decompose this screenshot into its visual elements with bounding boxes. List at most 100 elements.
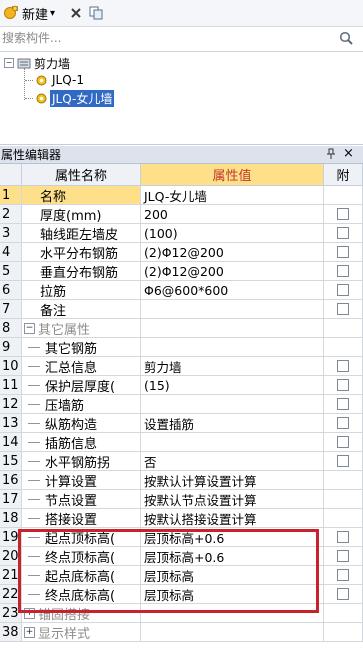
search-icon[interactable]: [339, 31, 354, 46]
property-name[interactable]: 水平钢筋拐: [22, 452, 141, 471]
property-value[interactable]: [141, 623, 324, 642]
property-row[interactable]: 16 计算设置 按默认计算设置计算: [0, 471, 363, 490]
attach-checkbox[interactable]: [337, 588, 349, 600]
property-value[interactable]: (2)Φ12@200: [141, 262, 324, 281]
property-name[interactable]: 搭接设置: [22, 509, 141, 528]
attach-checkbox[interactable]: [337, 246, 349, 258]
attach-checkbox[interactable]: [337, 569, 349, 581]
property-name[interactable]: 纵筋构造: [22, 414, 141, 433]
property-value[interactable]: Φ6@600*600: [141, 281, 324, 300]
attach-checkbox[interactable]: [337, 208, 349, 220]
attach-checkbox[interactable]: [337, 265, 349, 277]
pin-icon[interactable]: [326, 148, 336, 160]
property-name[interactable]: 水平分布钢筋: [22, 243, 141, 262]
property-value[interactable]: [141, 338, 324, 357]
expand-icon[interactable]: +: [24, 607, 35, 619]
property-value[interactable]: 层顶标高: [141, 585, 324, 604]
attach-checkbox[interactable]: [337, 360, 349, 372]
property-value[interactable]: 按默认搭接设置计算: [141, 509, 324, 528]
tree-item-jlq-1[interactable]: JLQ-1: [25, 71, 84, 89]
close-icon[interactable]: ×: [343, 146, 354, 161]
property-value[interactable]: 剪力墙: [141, 357, 324, 376]
property-row[interactable]: 11 保护层厚度((15): [0, 376, 363, 395]
property-row[interactable]: 17 节点设置 按默认节点设置计算: [0, 490, 363, 509]
property-name[interactable]: 节点设置: [22, 490, 141, 509]
property-value[interactable]: 按默认计算设置计算: [141, 471, 324, 490]
property-name[interactable]: + 显示样式: [22, 623, 141, 642]
new-dropdown-icon[interactable]: ▾: [50, 8, 55, 19]
property-value[interactable]: 否: [141, 452, 324, 471]
property-row[interactable]: 13 纵筋构造 设置插筋: [0, 414, 363, 433]
property-row[interactable]: 18 搭接设置 按默认搭接设置计算: [0, 509, 363, 528]
property-row[interactable]: 19 起点顶标高(层顶标高+0.6: [0, 528, 363, 547]
property-name[interactable]: + 锚固搭接: [22, 604, 141, 623]
property-value[interactable]: 200: [141, 205, 324, 224]
property-value[interactable]: 设置插筋: [141, 414, 324, 433]
property-row[interactable]: 4 水平分布钢筋 (2)Φ12@200: [0, 243, 363, 262]
attach-checkbox[interactable]: [337, 379, 349, 391]
property-value[interactable]: (2)Φ12@200: [141, 243, 324, 262]
property-row[interactable]: 22 终点底标高(层顶标高: [0, 585, 363, 604]
property-row[interactable]: 10 汇总信息 剪力墙: [0, 357, 363, 376]
attach-checkbox[interactable]: [337, 455, 349, 467]
property-name[interactable]: 垂直分布钢筋: [22, 262, 141, 281]
property-row[interactable]: 7 备注: [0, 300, 363, 319]
property-value[interactable]: [141, 319, 324, 338]
search-input[interactable]: [2, 29, 332, 47]
delete-button[interactable]: [70, 3, 82, 23]
property-name[interactable]: 压墙筋: [22, 395, 141, 414]
collapse-icon[interactable]: −: [24, 322, 35, 334]
attach-checkbox[interactable]: [337, 531, 349, 543]
property-group-row[interactable]: 38 + 显示样式: [0, 623, 363, 642]
property-value[interactable]: JLQ-女儿墙: [141, 186, 324, 205]
property-row[interactable]: 12 压墙筋: [0, 395, 363, 414]
property-name[interactable]: 轴线距左墙皮: [22, 224, 141, 243]
property-row[interactable]: 21 起点底标高(层顶标高: [0, 566, 363, 585]
property-name[interactable]: 汇总信息: [22, 357, 141, 376]
property-name[interactable]: 插筋信息: [22, 433, 141, 452]
property-row[interactable]: 9 其它钢筋: [0, 338, 363, 357]
new-button[interactable]: 新建 ▾: [3, 3, 55, 23]
property-value[interactable]: [141, 604, 324, 623]
collapse-icon[interactable]: −: [4, 58, 14, 68]
attach-checkbox[interactable]: [337, 398, 349, 410]
property-row[interactable]: 2 厚度(mm) 200: [0, 205, 363, 224]
attach-checkbox[interactable]: [337, 550, 349, 562]
copy-button[interactable]: [89, 3, 103, 23]
attach-checkbox[interactable]: [337, 417, 349, 429]
property-name[interactable]: 终点顶标高(: [22, 547, 141, 566]
property-row[interactable]: 14 插筋信息: [0, 433, 363, 452]
property-name[interactable]: 拉筋: [22, 281, 141, 300]
property-name[interactable]: 计算设置: [22, 471, 141, 490]
property-name[interactable]: 起点底标高(: [22, 566, 141, 585]
property-row[interactable]: 1 名称 JLQ-女儿墙: [0, 186, 363, 205]
property-row[interactable]: 5 垂直分布钢筋 (2)Φ12@200: [0, 262, 363, 281]
property-name[interactable]: 名称: [22, 186, 141, 205]
property-value[interactable]: 层顶标高: [141, 566, 324, 585]
property-row[interactable]: 3 轴线距左墙皮 (100): [0, 224, 363, 243]
property-value[interactable]: [141, 433, 324, 452]
property-name[interactable]: 其它钢筋: [22, 338, 141, 357]
property-name[interactable]: 厚度(mm): [22, 205, 141, 224]
property-value[interactable]: [141, 300, 324, 319]
attach-checkbox[interactable]: [337, 227, 349, 239]
tree-root-shear-wall[interactable]: − 剪力墙: [4, 54, 70, 72]
property-row[interactable]: 20 终点顶标高(层顶标高+0.6: [0, 547, 363, 566]
property-value[interactable]: 层顶标高+0.6: [141, 528, 324, 547]
property-group-row[interactable]: 8− 其它属性: [0, 319, 363, 338]
tree-item-jlq-parapet[interactable]: JLQ-女儿墙: [25, 89, 115, 107]
property-name[interactable]: − 其它属性: [22, 319, 141, 338]
property-value[interactable]: 按默认节点设置计算: [141, 490, 324, 509]
property-value[interactable]: [141, 395, 324, 414]
property-name[interactable]: 起点顶标高(: [22, 528, 141, 547]
attach-checkbox[interactable]: [337, 284, 349, 296]
attach-checkbox[interactable]: [337, 436, 349, 448]
property-value[interactable]: 层顶标高+0.6: [141, 547, 324, 566]
property-name[interactable]: 保护层厚度(: [22, 376, 141, 395]
property-row[interactable]: 15 水平钢筋拐 否: [0, 452, 363, 471]
property-name[interactable]: 终点底标高(: [22, 585, 141, 604]
property-row[interactable]: 6 拉筋 Φ6@600*600: [0, 281, 363, 300]
property-value[interactable]: (100): [141, 224, 324, 243]
attach-checkbox[interactable]: [337, 303, 349, 315]
property-group-row[interactable]: 23 + 锚固搭接: [0, 604, 363, 623]
